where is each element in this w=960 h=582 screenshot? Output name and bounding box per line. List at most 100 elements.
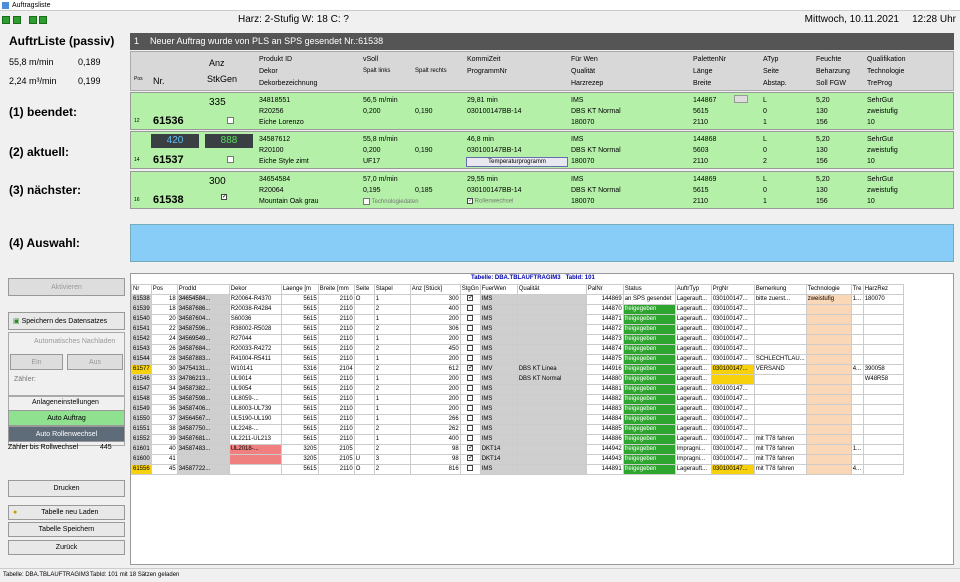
table-cell[interactable] [516,444,587,455]
table-cell[interactable]: 2 [373,344,411,355]
table-cell[interactable]: 33 [150,374,178,385]
table-cell[interactable] [753,334,807,345]
table-cell[interactable] [850,304,864,315]
table-cell[interactable] [516,334,587,345]
aktivieren-button[interactable]: Aktivieren [8,278,125,296]
table-cell[interactable]: 1 [373,414,411,425]
table-cell[interactable] [753,404,807,415]
table-cell[interactable]: 34587883... [176,354,230,365]
table-cell[interactable]: 3 [373,454,411,465]
table-cell[interactable]: 5615 [280,464,319,475]
table-cell[interactable] [459,324,481,335]
table-cell[interactable]: Lagerauft... [674,414,712,425]
table-cell[interactable] [805,324,852,335]
table-cell[interactable]: 200 [409,384,461,395]
table-cell[interactable]: 61549 [131,404,152,415]
table-cell[interactable] [805,334,852,345]
table-cell[interactable] [228,454,282,465]
col-header[interactable]: PrgNr [710,284,755,295]
table-row[interactable]: 61551 38 34587750... UL2248-... 5615 2110 2 262… [131,424,904,435]
table-row[interactable]: 61538 18 34654584... R20064-R4370 5615 2110 O 1… [131,294,904,305]
table-cell[interactable] [805,304,852,315]
table-cell[interactable]: IMS [479,354,518,365]
table-cell[interactable]: 030100147... [710,394,755,405]
stggn-checkbox[interactable] [467,305,474,312]
table-cell[interactable]: 1 [373,434,411,445]
table-cell[interactable]: freigegeben [622,364,676,375]
table-cell[interactable]: 030100147... [710,334,755,345]
table-cell[interactable] [459,404,481,415]
table-cell[interactable]: IMS [479,294,518,305]
table-cell[interactable]: 030100147... [710,414,755,425]
col-header[interactable]: AuftrTyp [674,284,712,295]
table-cell[interactable]: 61551 [131,424,152,435]
table-cell[interactable] [805,354,852,365]
table-cell[interactable]: Lagerauft... [674,334,712,345]
table-cell[interactable] [228,464,282,475]
table-cell[interactable]: 2110 [317,354,355,365]
table-cell[interactable]: freigegeben [622,414,676,425]
table-cell[interactable]: 37 [150,414,178,425]
table-row[interactable]: 61547 34 34587382... UL9054 5615 2110 2 200 IMS 1… [131,384,904,395]
table-cell[interactable] [805,444,852,455]
table-cell[interactable]: 200 [409,394,461,405]
table-cell[interactable]: 18 [150,304,178,315]
table-cell[interactable]: 144886 [585,434,624,445]
table-row[interactable]: 61542 24 34569549... R27044 5615 2110 1 200 IMS 1… [131,334,904,345]
stggn-checkbox[interactable] [467,415,474,422]
table-row[interactable]: 61544 28 34587883... R41004-R5411 5615 2110 1 2… [131,354,904,365]
auto-rollenwechsel-button[interactable]: Auto Rollenwechsel [8,426,125,442]
table-cell[interactable]: Lagerauft... [674,354,712,365]
table-cell[interactable]: 1 [373,374,411,385]
table-cell[interactable]: 61544 [131,354,152,365]
table-cell[interactable]: 2110 [317,324,355,335]
table-cell[interactable]: 3205 [280,444,319,455]
table-cell[interactable]: 61548 [131,394,152,405]
table-cell[interactable]: Lagerauft... [674,464,712,475]
table-cell[interactable]: 5615 [280,354,319,365]
table-cell[interactable]: 28 [150,354,178,365]
table-cell[interactable]: DKT14 [479,454,518,465]
table-row[interactable]: 61549 36 34587406... UL8003-UL739 5615 2110 1 2… [131,404,904,415]
table-cell[interactable]: 5615 [280,414,319,425]
table-cell[interactable]: 144875 [585,354,624,365]
table-cell[interactable]: Lagerauft... [674,314,712,325]
table-cell[interactable]: 200 [409,354,461,365]
table-cell[interactable]: 144883 [585,404,624,415]
table-cell[interactable]: IMS [479,304,518,315]
col-header[interactable]: Qualität [516,284,587,295]
table-cell[interactable]: 5615 [280,424,319,435]
table-cell[interactable]: 1 [373,334,411,345]
table-cell[interactable] [516,384,587,395]
table-cell[interactable] [459,374,481,385]
table-cell[interactable]: freigegeben [622,464,676,475]
table-cell[interactable]: 5615 [280,294,319,305]
table-cell[interactable]: bitte zuerst... [753,294,807,305]
table-cell[interactable]: 200 [409,314,461,325]
table-cell[interactable]: 1... [850,294,864,305]
table-cell[interactable] [850,404,864,415]
table-cell[interactable]: 2 [373,444,411,455]
table-cell[interactable]: 030100147... [710,464,755,475]
col-header[interactable]: Pos [150,284,178,295]
table-cell[interactable]: freigegeben [622,344,676,355]
table-cell[interactable] [753,314,807,325]
col-header[interactable]: Status [622,284,676,295]
table-cell[interactable]: UL9054 [228,384,282,395]
table-cell[interactable]: 2110 [317,394,355,405]
table-cell[interactable] [353,354,375,365]
table-cell[interactable]: 180070 [862,294,904,305]
table-cell[interactable]: freigegeben [622,314,676,325]
stggn-checkbox[interactable] [467,455,474,462]
col-header[interactable]: Breite [mm [317,284,355,295]
table-cell[interactable]: freigegeben [622,384,676,395]
table-cell[interactable]: 4... [850,364,864,375]
table-cell[interactable]: 2 [373,384,411,395]
table-row[interactable]: 61552 39 34587681... UL2211-UL213 5615 2110 1 4… [131,434,904,445]
table-cell[interactable] [753,324,807,335]
table-row[interactable]: 6160041 32052105U398 DKT14 144943freigegebe… [131,454,904,465]
table-cell[interactable]: 5615 [280,304,319,315]
table-cell[interactable]: 45 [150,464,178,475]
table-row[interactable]: 615773034754131...W1014153162104 2612 IMVD… [131,364,904,375]
table-cell[interactable] [805,414,852,425]
